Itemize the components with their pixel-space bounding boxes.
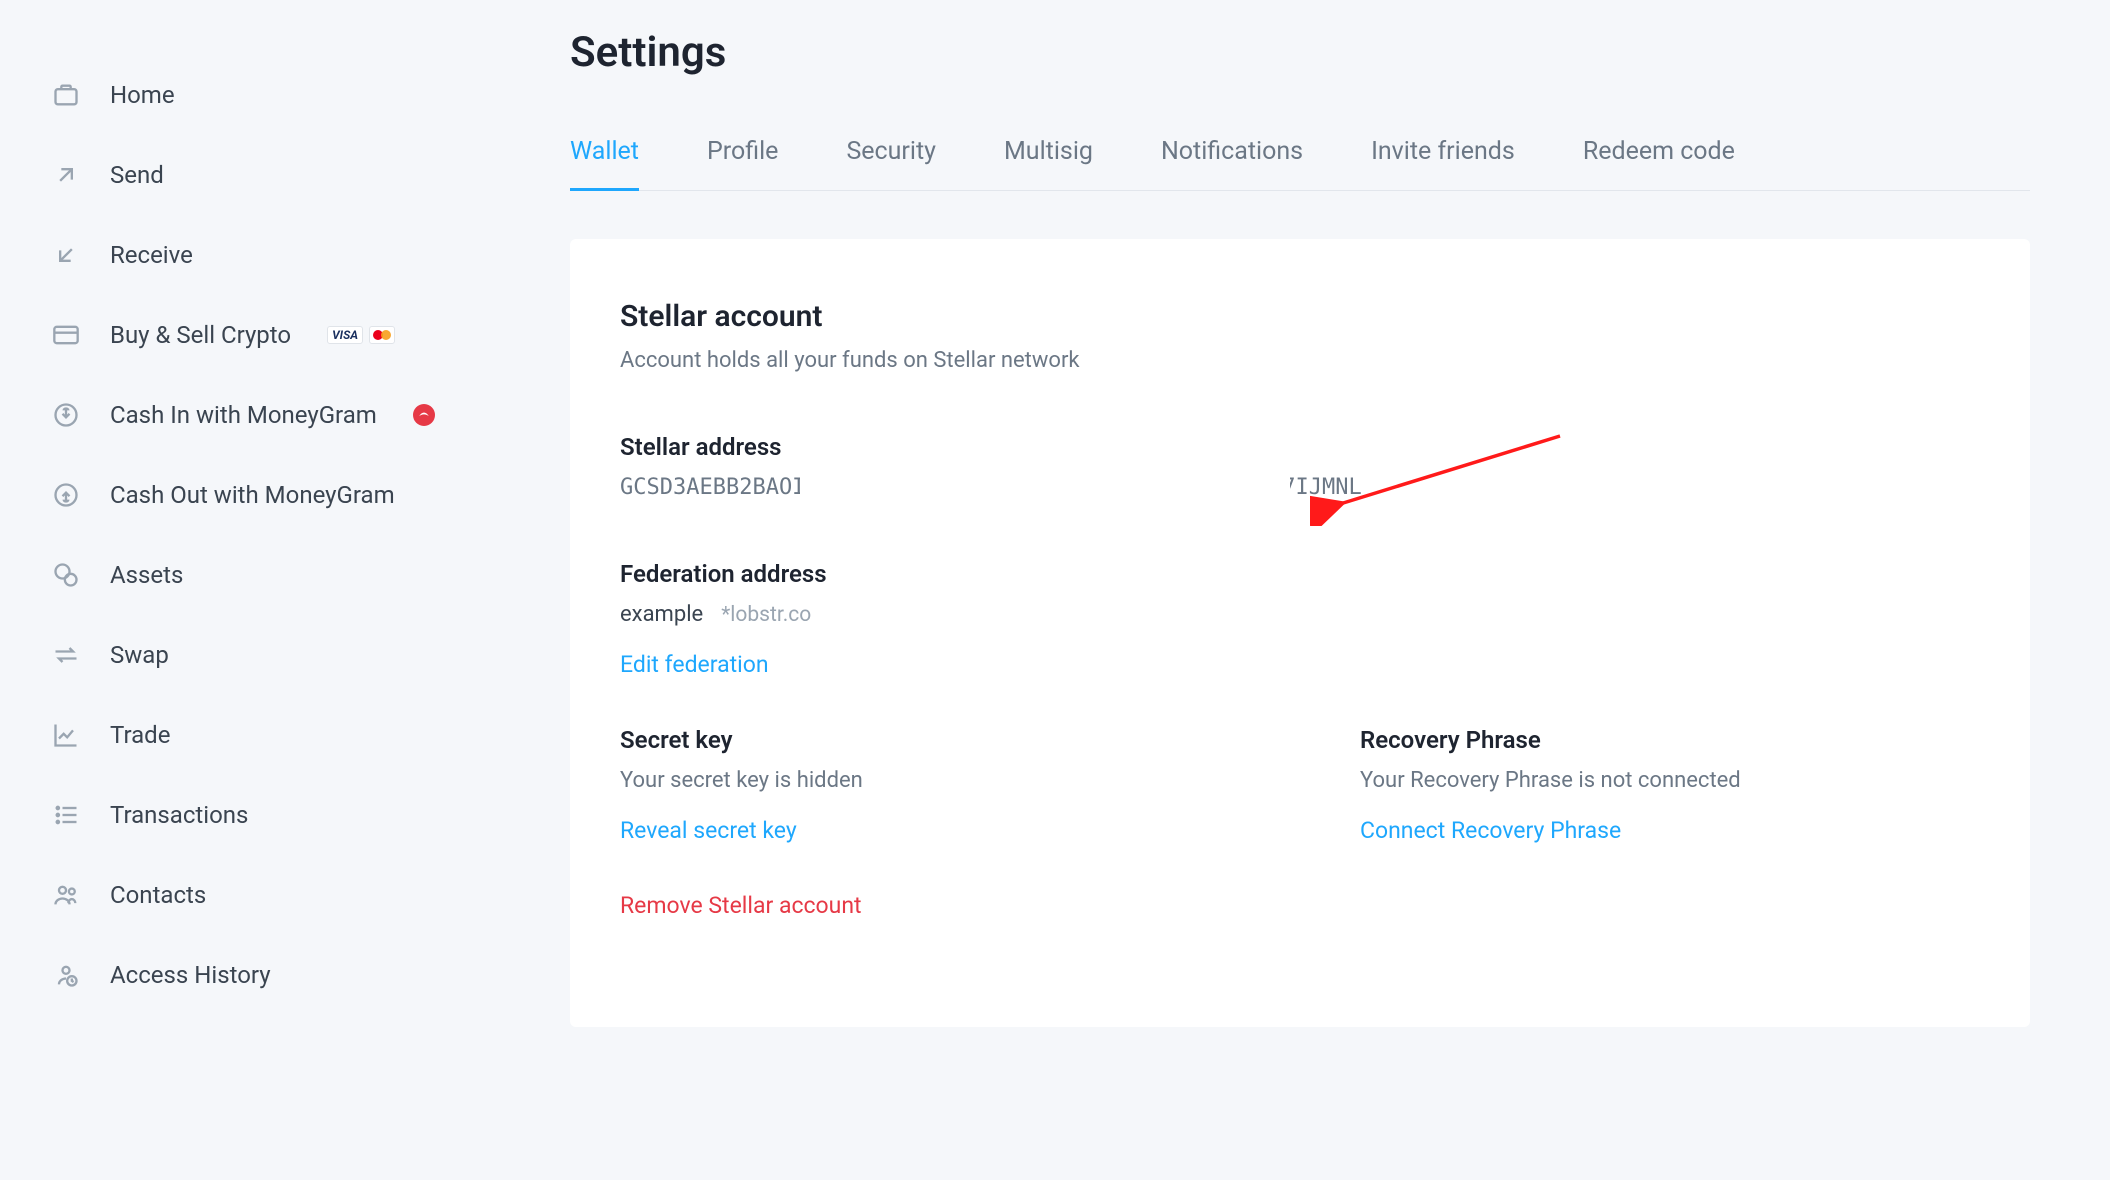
sidebar-item-transactions[interactable]: Transactions <box>50 775 490 855</box>
stellar-address-value: GCSD3AEBB2BAOICFLGODNRVZNRIRCV5N3CV4RLZC… <box>620 475 1980 500</box>
sidebar-item-label: Buy & Sell Crypto <box>110 321 291 349</box>
transactions-icon <box>50 799 82 831</box>
sidebar-item-label: Home <box>110 81 175 109</box>
tab-multisig[interactable]: Multisig <box>1004 125 1093 191</box>
sidebar-item-label: Cash Out with MoneyGram <box>110 481 395 509</box>
sidebar-item-access-history[interactable]: Access History <box>50 935 490 1015</box>
home-icon <box>50 79 82 111</box>
federation-address-label: Federation address <box>620 560 1980 588</box>
contacts-icon <box>50 879 82 911</box>
sidebar-item-buy-sell[interactable]: Buy & Sell Crypto VISA <box>50 295 490 375</box>
history-icon <box>50 959 82 991</box>
sidebar-item-assets[interactable]: Assets <box>50 535 490 615</box>
swap-icon <box>50 639 82 671</box>
sidebar-item-trade[interactable]: Trade <box>50 695 490 775</box>
send-icon <box>50 159 82 191</box>
sidebar-item-label: Swap <box>110 641 169 669</box>
remove-stellar-account-link[interactable]: Remove Stellar account <box>620 892 862 919</box>
sidebar-item-label: Cash In with MoneyGram <box>110 401 377 429</box>
sidebar-item-home[interactable]: Home <box>50 55 490 135</box>
sidebar-item-label: Trade <box>110 721 170 749</box>
secret-key-status: Your secret key is hidden <box>620 768 1240 793</box>
card-icon <box>50 319 82 351</box>
sidebar-item-label: Receive <box>110 241 193 269</box>
connect-recovery-link[interactable]: Connect Recovery Phrase <box>1360 817 1621 844</box>
reveal-secret-key-link[interactable]: Reveal secret key <box>620 817 797 844</box>
recovery-phrase-section: Recovery Phrase Your Recovery Phrase is … <box>1360 726 1980 892</box>
sidebar-item-send[interactable]: Send <box>50 135 490 215</box>
cash-in-icon <box>50 399 82 431</box>
secret-key-label: Secret key <box>620 726 1240 754</box>
tab-invite-friends[interactable]: Invite friends <box>1371 125 1515 191</box>
federation-name: example <box>620 602 703 627</box>
sidebar-item-label: Access History <box>110 961 271 989</box>
page-title: Settings <box>570 28 2030 77</box>
sidebar-item-label: Transactions <box>110 801 248 829</box>
sidebar-item-receive[interactable]: Receive <box>50 215 490 295</box>
sidebar-item-label: Assets <box>110 561 183 589</box>
stellar-address-label: Stellar address <box>620 433 1980 461</box>
tab-redeem-code[interactable]: Redeem code <box>1583 125 1735 191</box>
sidebar-item-swap[interactable]: Swap <box>50 615 490 695</box>
cash-out-icon <box>50 479 82 511</box>
payment-badges: VISA <box>327 326 395 344</box>
receive-icon <box>50 239 82 271</box>
tab-wallet[interactable]: Wallet <box>570 125 639 191</box>
main-content: Settings Wallet Profile Security Multisi… <box>490 0 2110 1180</box>
stellar-account-title: Stellar account <box>620 299 1980 334</box>
tab-profile[interactable]: Profile <box>707 125 778 191</box>
federation-domain: *lobstr.co <box>721 603 811 627</box>
federation-address-value: example *lobstr.co <box>620 602 1980 627</box>
settings-tabs: Wallet Profile Security Multisig Notific… <box>570 125 2030 191</box>
secret-key-section: Secret key Your secret key is hidden Rev… <box>620 726 1240 892</box>
tab-security[interactable]: Security <box>846 125 936 191</box>
sidebar-item-cash-in[interactable]: Cash In with MoneyGram <box>50 375 490 455</box>
mastercard-badge <box>369 326 395 344</box>
moneygram-badge-icon <box>413 404 435 426</box>
sidebar-item-label: Contacts <box>110 881 206 909</box>
sidebar: Home Send Receive Buy & Sell Crypto VISA <box>0 0 490 1180</box>
assets-icon <box>50 559 82 591</box>
tab-notifications[interactable]: Notifications <box>1161 125 1303 191</box>
sidebar-item-contacts[interactable]: Contacts <box>50 855 490 935</box>
stellar-account-subtitle: Account holds all your funds on Stellar … <box>620 348 1980 373</box>
wallet-panel: Stellar account Account holds all your f… <box>570 239 2030 1027</box>
trade-icon <box>50 719 82 751</box>
visa-badge: VISA <box>327 326 363 344</box>
sidebar-item-cash-out[interactable]: Cash Out with MoneyGram <box>50 455 490 535</box>
recovery-phrase-status: Your Recovery Phrase is not connected <box>1360 768 1980 793</box>
sidebar-item-label: Send <box>110 161 164 189</box>
recovery-phrase-label: Recovery Phrase <box>1360 726 1980 754</box>
edit-federation-link[interactable]: Edit federation <box>620 651 769 678</box>
